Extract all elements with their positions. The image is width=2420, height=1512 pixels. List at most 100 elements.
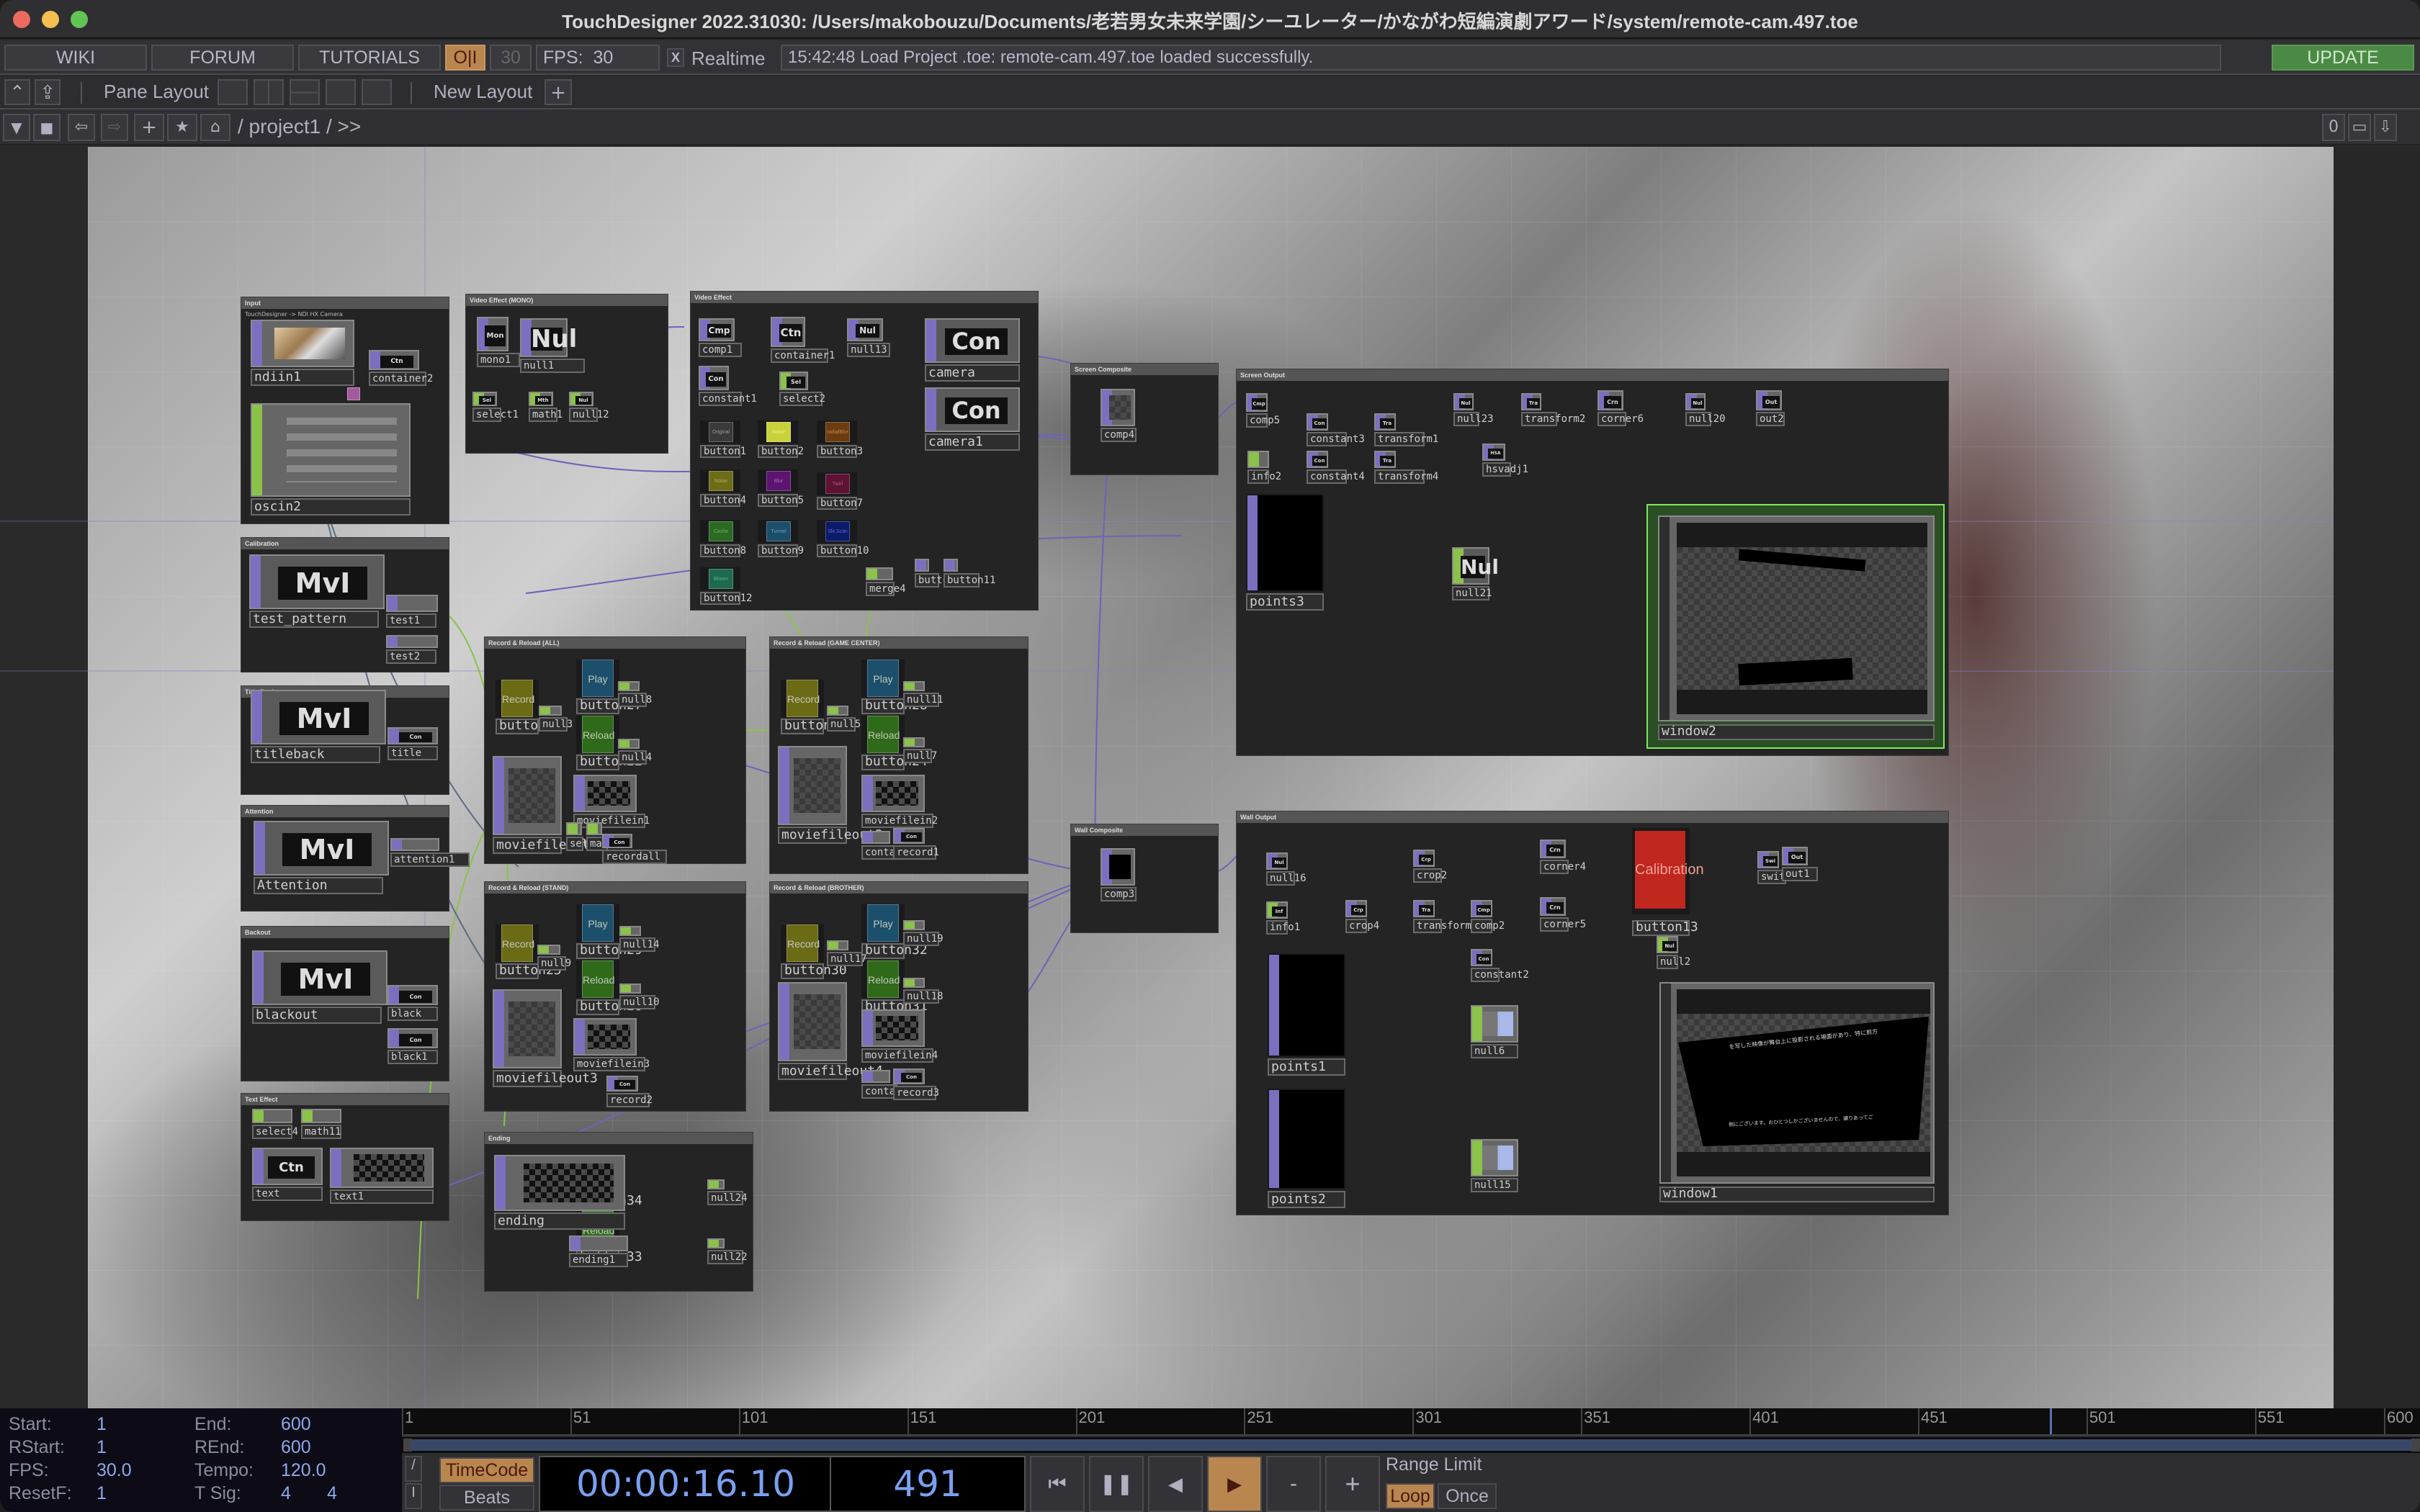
operator-info1[interactable]: Inf info1 (1266, 901, 1300, 935)
beats-toggle[interactable]: Beats (439, 1485, 534, 1511)
operator-body[interactable]: Cmp (1471, 900, 1492, 917)
record-button-face[interactable]: Record (786, 924, 820, 962)
operator-body[interactable] (573, 775, 637, 812)
operator-name[interactable]: moviefileout4 (778, 1063, 883, 1080)
operator-flag-strip[interactable] (863, 776, 873, 811)
operator-body[interactable] (861, 831, 890, 844)
operator-name[interactable]: button30 (781, 963, 847, 979)
operator-name[interactable]: comp5 (1246, 413, 1280, 428)
operator-name[interactable]: button12 (700, 592, 752, 605)
operator-name[interactable]: attention1 (390, 852, 470, 867)
operator-name[interactable]: transform1 (1374, 432, 1438, 446)
operator-name[interactable]: null23 (1453, 412, 1494, 426)
effect-button-button12[interactable]: Bloom button12 (700, 567, 752, 618)
operator-name[interactable]: constant1 (699, 392, 757, 406)
operator-body[interactable] (618, 681, 640, 691)
operator-crop4[interactable]: Crp crop4 (1345, 900, 1379, 933)
operator-crop2[interactable]: Crp crop2 (1413, 850, 1447, 883)
operator-body[interactable] (1268, 953, 1345, 1057)
operator-flag-strip[interactable] (389, 986, 399, 1004)
operator-body[interactable]: MvI (251, 690, 386, 744)
operator-body[interactable]: Con (387, 985, 438, 1005)
network-box-wall-composite[interactable]: Wall Composite (1070, 824, 1219, 933)
operator-name[interactable]: text (252, 1187, 323, 1201)
operator-flag-strip[interactable] (621, 985, 631, 992)
operator-name[interactable]: math11 (301, 1125, 341, 1139)
play-forward-button[interactable]: ▶ (1207, 1456, 1262, 1512)
operator-moviefilein4[interactable]: moviefilein4 (861, 1009, 938, 1063)
operator-transform1[interactable]: Tra transform1 (1374, 413, 1438, 446)
operator-name[interactable]: corner4 (1540, 860, 1586, 874)
operator-flag-strip[interactable] (252, 321, 262, 366)
bypass-arrow-icon[interactable] (347, 387, 360, 400)
operator-body[interactable]: Tra (1413, 900, 1435, 917)
operator-body[interactable] (619, 926, 641, 936)
pause-button[interactable]: ❚❚ (1089, 1456, 1144, 1512)
operator-moviefileout2[interactable]: moviefileout2 (778, 746, 883, 844)
operator-flag-strip[interactable] (389, 1030, 399, 1047)
operator-name[interactable]: null10 (619, 995, 660, 1009)
operator-null6[interactable]: null6 (1471, 1005, 1518, 1058)
operator-body[interactable]: Nul (569, 392, 593, 406)
operator-null1[interactable]: Nul null1 (520, 318, 585, 373)
operator-comp5[interactable]: Cmp comp5 (1246, 393, 1280, 428)
operator-name[interactable]: select2 (779, 392, 825, 406)
operator-body[interactable]: Con (387, 727, 438, 744)
operator-record2[interactable]: Con record2 (606, 1076, 653, 1107)
operator-body[interactable]: Cmp (1246, 393, 1268, 412)
operator-body[interactable]: Con (1307, 451, 1328, 468)
operator-body[interactable] (861, 775, 925, 812)
operator-body[interactable]: Crn (1540, 897, 1566, 916)
operator-body[interactable]: MvI (249, 554, 385, 609)
range-end-handle[interactable] (2411, 1439, 2420, 1452)
operator-name[interactable]: test2 (386, 649, 436, 664)
operator-titleback[interactable]: MvI titleback (251, 690, 386, 763)
operator-null8[interactable]: null8 (618, 681, 652, 707)
effect-button-button9[interactable]: Tunnel button9 (758, 520, 804, 570)
effect-button-face[interactable]: Blur (766, 471, 791, 491)
operator-name[interactable]: button5 (758, 494, 804, 507)
effect-button-button10[interactable]: Slit Scan button10 (817, 520, 869, 570)
operator-flag-strip[interactable] (387, 596, 398, 611)
fps-value-bottom[interactable]: 30.0 (97, 1460, 132, 1481)
operator-name[interactable]: ndiin1 (251, 369, 354, 386)
operator-ending_op[interactable]: ending (494, 1155, 625, 1230)
operator-body[interactable] (778, 746, 847, 825)
operator-flag-strip[interactable] (540, 707, 550, 714)
operator-body[interactable]: Sel (779, 372, 808, 390)
effect-button-button3[interactable]: radialBlur button3 (817, 420, 863, 471)
operator-body[interactable]: Crn (1540, 840, 1566, 858)
operator-null10[interactable]: null10 (619, 984, 660, 1009)
forum-button[interactable]: FORUM (151, 45, 294, 71)
operator-body[interactable] (301, 1109, 341, 1123)
record-button-face[interactable]: Record (501, 680, 534, 717)
operator-body[interactable]: Con (893, 1068, 925, 1084)
operator-flag-strip[interactable] (1659, 517, 1670, 720)
operator-name[interactable]: container2 (369, 372, 433, 386)
operator-flag-strip[interactable] (1661, 984, 1671, 1182)
operator-name[interactable]: button10 (817, 544, 869, 557)
timecode-toggle[interactable]: TimeCode (439, 1457, 534, 1483)
operator-name[interactable]: null19 (903, 932, 944, 946)
operator-name[interactable]: select4 (252, 1125, 298, 1139)
operator-flag-strip[interactable] (779, 984, 789, 1060)
operator-flag-strip[interactable] (926, 320, 936, 361)
operator-flag-strip[interactable] (619, 740, 629, 747)
operator-name[interactable]: button27 (576, 698, 642, 714)
operator-name[interactable]: null18 (903, 989, 944, 1004)
operator-name[interactable]: comp2 (1471, 919, 1505, 933)
operator-name[interactable]: ending (494, 1212, 625, 1230)
operator-record1[interactable]: Con record1 (893, 828, 939, 860)
operator-points1[interactable]: points1 (1268, 953, 1345, 1076)
operator-name[interactable]: container1 (771, 348, 835, 363)
operator-record3[interactable]: Con record3 (893, 1068, 939, 1100)
operator-name[interactable]: moviefileout3 (493, 1070, 598, 1087)
operator-body[interactable] (1471, 1139, 1518, 1176)
operator-body[interactable]: Con (1307, 413, 1328, 431)
operator-oscin2[interactable]: oscin2 (251, 403, 411, 516)
operator-math1[interactable]: Mth math1 (529, 392, 563, 422)
operator-name[interactable]: button6 (915, 573, 961, 588)
step-plus-button[interactable]: + (1325, 1456, 1380, 1512)
operator-flag-strip[interactable] (588, 824, 598, 834)
operator-ending1[interactable]: ending1 (569, 1236, 628, 1267)
